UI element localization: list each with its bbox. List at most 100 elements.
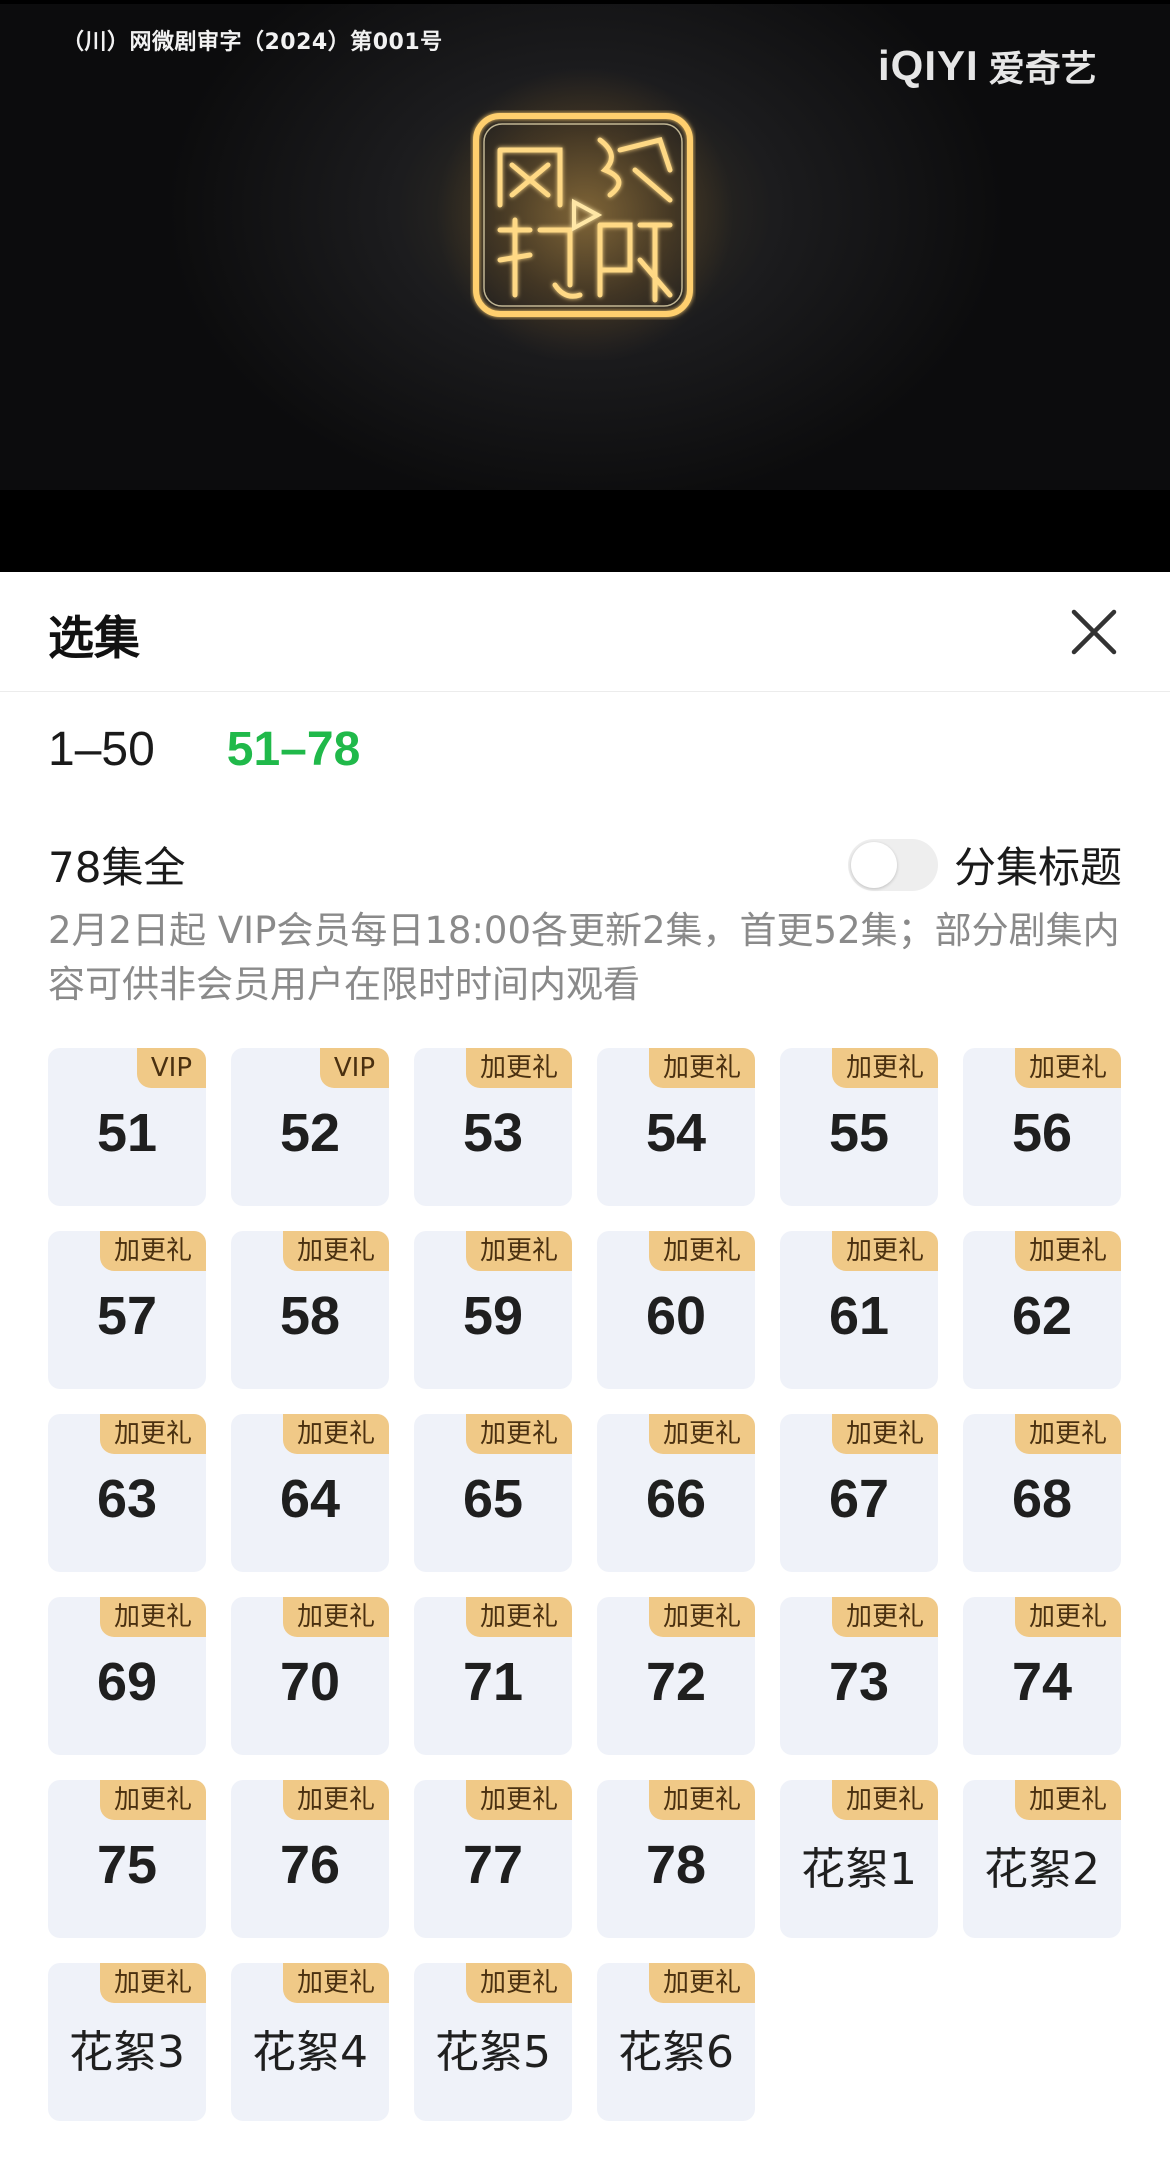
episode-tile[interactable]: 加更礼 73 (780, 1597, 938, 1755)
episode-selector-panel: 选集 1–50 51–78 78集全 分集标题 2月2日起 VIP会员每日18:… (0, 572, 1170, 2184)
episode-tile[interactable]: 加更礼 77 (414, 1780, 572, 1938)
episode-badge: VIP (319, 1048, 389, 1088)
episode-badge: 加更礼 (831, 1597, 938, 1637)
svg-text:听: 听 (470, 110, 486, 114)
network-audiovisual-seal-icon: 网 络 视 听 (470, 110, 693, 317)
episode-label: 76 (279, 1835, 341, 1895)
episode-tile[interactable]: 加更礼 64 (231, 1414, 389, 1572)
episode-badge: 加更礼 (1014, 1780, 1121, 1820)
episode-badge: 加更礼 (282, 1597, 389, 1637)
episode-label: 71 (462, 1652, 524, 1712)
episode-tile[interactable]: 加更礼 63 (48, 1414, 206, 1572)
toggle-switch[interactable] (847, 838, 938, 891)
episode-tile[interactable]: 加更礼 60 (597, 1231, 755, 1389)
episode-label: 62 (1011, 1286, 1073, 1346)
video-frame[interactable]: （川）网微剧审字（2024）第001号 iQIYI 爱奇艺 (0, 0, 1170, 490)
episode-tile[interactable]: 加更礼 78 (597, 1780, 755, 1938)
episode-tile[interactable]: 加更礼 57 (48, 1231, 206, 1389)
episode-label: 花絮6 (618, 2027, 734, 2078)
episode-label: 74 (1011, 1652, 1073, 1712)
episode-label: 59 (462, 1286, 524, 1346)
episode-tile[interactable]: 加更礼 62 (963, 1231, 1121, 1389)
episode-badge: 加更礼 (465, 1048, 572, 1088)
episode-label: 61 (828, 1286, 890, 1346)
episode-tile[interactable]: 加更礼 54 (597, 1048, 755, 1206)
iqiyi-logo: iQIYI 爱奇艺 (878, 40, 1097, 92)
episode-badge: 加更礼 (648, 1963, 755, 2003)
episode-label: 52 (279, 1103, 341, 1163)
total-episodes-label: 78集全 (48, 843, 186, 892)
close-icon[interactable] (1068, 606, 1120, 658)
episode-title-toggle-label: 分集标题 (953, 843, 1122, 892)
episode-badge: 加更礼 (282, 1231, 389, 1271)
episode-tile[interactable]: 加更礼 71 (414, 1597, 572, 1755)
episode-label: 60 (645, 1286, 707, 1346)
episode-badge: 加更礼 (99, 1780, 206, 1820)
episode-tile[interactable]: 加更礼 74 (963, 1597, 1121, 1755)
episode-title-toggle[interactable]: 分集标题 (847, 834, 1122, 895)
episode-tile[interactable]: 加更礼 61 (780, 1231, 938, 1389)
episode-badge: 加更礼 (465, 1780, 572, 1820)
episode-grid: VIP 51 VIP 52 加更礼 53 加更礼 54 加更礼 55 加更礼 56 加更礼 57 加更礼 58… (48, 1048, 1124, 2121)
episode-tile[interactable]: 加更礼 76 (231, 1780, 389, 1938)
episode-badge: 加更礼 (1014, 1231, 1121, 1271)
episode-badge: 加更礼 (465, 1414, 572, 1454)
episode-tile[interactable]: 加更礼 58 (231, 1231, 389, 1389)
episode-badge: 加更礼 (465, 1963, 572, 2003)
episode-tile[interactable]: 加更礼 66 (597, 1414, 755, 1572)
episode-badge: 加更礼 (1014, 1597, 1121, 1637)
episode-tile[interactable]: 加更礼 67 (780, 1414, 938, 1572)
episode-tile[interactable]: 加更礼 花絮4 (231, 1963, 389, 2121)
episode-badge: 加更礼 (831, 1048, 938, 1088)
range-tab-1-50[interactable]: 1–50 (48, 722, 155, 777)
license-text: （川）网微剧审字（2024）第001号 (62, 30, 443, 55)
episode-badge: 加更礼 (1014, 1048, 1121, 1088)
episode-tile[interactable]: 加更礼 59 (414, 1231, 572, 1389)
episode-tile[interactable]: 加更礼 花絮5 (414, 1963, 572, 2121)
episode-tile[interactable]: VIP 52 (231, 1048, 389, 1206)
episode-tile[interactable]: 加更礼花絮2 (963, 1780, 1121, 1938)
episode-label: 花絮1 (801, 1844, 917, 1895)
range-tab-51-78[interactable]: 51–78 (227, 722, 360, 777)
episode-badge: VIP (136, 1048, 206, 1088)
episode-badge: 加更礼 (648, 1780, 755, 1820)
episode-badge: 加更礼 (1014, 1414, 1121, 1454)
episode-badge: 加更礼 (831, 1414, 938, 1454)
episode-tile[interactable]: 加更礼 65 (414, 1414, 572, 1572)
episode-label: 68 (1011, 1469, 1073, 1529)
episode-label: 67 (828, 1469, 890, 1529)
episode-tile[interactable]: 加更礼 69 (48, 1597, 206, 1755)
episode-badge: 加更礼 (99, 1963, 206, 2003)
episode-tile[interactable]: 加更礼 75 (48, 1780, 206, 1938)
panel-header: 选集 (0, 572, 1170, 692)
panel-title: 选集 (48, 611, 140, 665)
episode-tile[interactable]: VIP 51 (48, 1048, 206, 1206)
episode-badge: 加更礼 (282, 1780, 389, 1820)
episode-tile[interactable]: 加更礼花絮6 (597, 1963, 755, 2121)
episode-badge: 加更礼 (465, 1597, 572, 1637)
episode-tile[interactable]: 加更礼 68 (963, 1414, 1121, 1572)
episode-label: 75 (96, 1835, 158, 1895)
episode-tile[interactable]: 加更礼 53 (414, 1048, 572, 1206)
episode-tile[interactable]: 加更礼 70 (231, 1597, 389, 1755)
episode-label: 55 (828, 1103, 890, 1163)
episode-label: 57 (96, 1286, 158, 1346)
episode-badge: 加更礼 (99, 1231, 206, 1271)
episode-label: 69 (96, 1652, 158, 1712)
episode-badge: 加更礼 (282, 1963, 389, 2003)
video-player[interactable]: （川）网微剧审字（2024）第001号 iQIYI 爱奇艺 (0, 0, 1170, 572)
episode-label: 66 (645, 1469, 707, 1529)
episode-label: 78 (645, 1835, 707, 1895)
episode-tile[interactable]: 加更礼 花絮1 (780, 1780, 938, 1938)
episode-tile[interactable]: 加更礼 56 (963, 1048, 1121, 1206)
episode-label: 72 (645, 1652, 707, 1712)
episode-badge: 加更礼 (648, 1048, 755, 1088)
episode-badge: 加更礼 (99, 1414, 206, 1454)
episode-tile[interactable]: 加更礼 55 (780, 1048, 938, 1206)
episode-label: 53 (462, 1103, 524, 1163)
episode-tile[interactable]: 加更礼 72 (597, 1597, 755, 1755)
episode-label: 花絮2 (984, 1844, 1100, 1895)
episode-label: 56 (1011, 1103, 1073, 1163)
episode-label: 70 (279, 1652, 341, 1712)
episode-tile[interactable]: 加更礼 花絮3 (48, 1963, 206, 2121)
